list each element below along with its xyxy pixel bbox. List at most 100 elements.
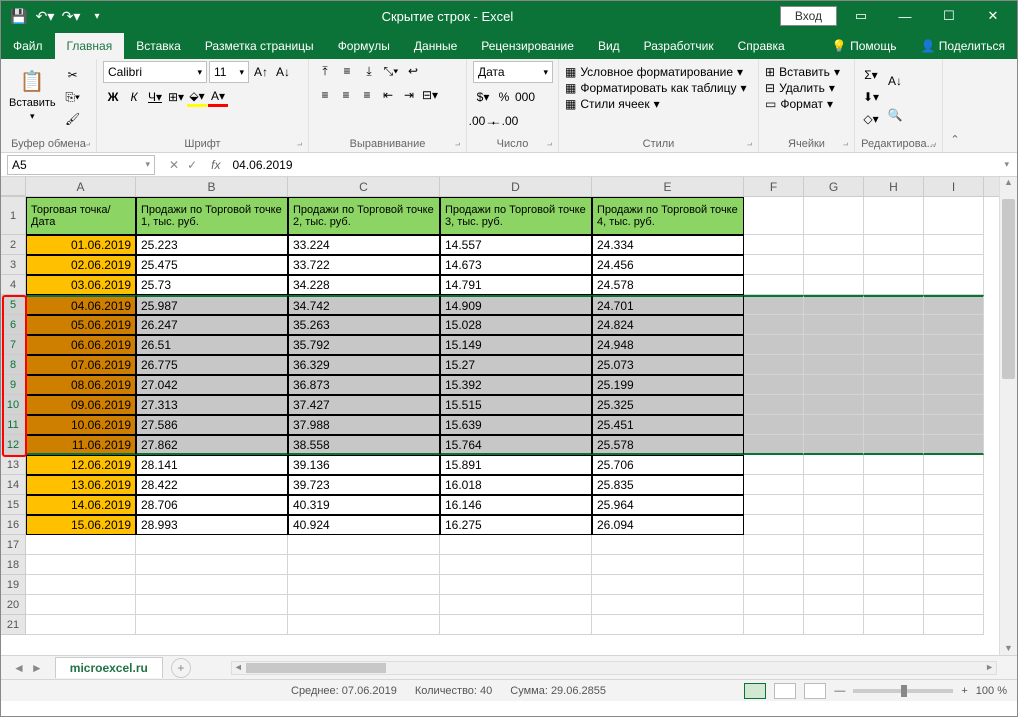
cell[interactable]: [864, 335, 924, 355]
cell[interactable]: 27.586: [136, 415, 288, 435]
formula-input[interactable]: 04.06.2019: [226, 158, 996, 172]
cell[interactable]: [924, 315, 984, 335]
cell[interactable]: 16.275: [440, 515, 592, 535]
align-left-icon[interactable]: ≡: [315, 85, 335, 105]
cell[interactable]: [864, 535, 924, 555]
cell[interactable]: 38.558: [288, 435, 440, 455]
vertical-scrollbar[interactable]: ▲ ▼: [999, 177, 1017, 655]
cell[interactable]: [136, 575, 288, 595]
row-header-3[interactable]: 3: [1, 255, 26, 275]
cell[interactable]: 24.456: [592, 255, 744, 275]
row-header-4[interactable]: 4: [1, 275, 26, 295]
cell[interactable]: 24.578: [592, 275, 744, 295]
cell[interactable]: 24.334: [592, 235, 744, 255]
align-right-icon[interactable]: ≡: [357, 85, 377, 105]
cell[interactable]: [864, 595, 924, 615]
cell[interactable]: [804, 197, 864, 235]
cell[interactable]: [804, 515, 864, 535]
cell[interactable]: 25.987: [136, 295, 288, 315]
row-header-20[interactable]: 20: [1, 595, 26, 615]
cell[interactable]: [864, 395, 924, 415]
row-header-12[interactable]: 12: [1, 435, 26, 455]
tab-Файл[interactable]: Файл: [1, 33, 55, 59]
cell[interactable]: 14.557: [440, 235, 592, 255]
cell[interactable]: [804, 355, 864, 375]
cell[interactable]: 25.199: [592, 375, 744, 395]
cell[interactable]: 25.073: [592, 355, 744, 375]
paste-button[interactable]: 📋 Вставить ▾: [7, 65, 58, 124]
cell[interactable]: [744, 375, 804, 395]
cell[interactable]: [804, 275, 864, 295]
cell[interactable]: 25.578: [592, 435, 744, 455]
cell[interactable]: [136, 615, 288, 635]
col-header-F[interactable]: F: [744, 177, 804, 196]
cell[interactable]: [924, 335, 984, 355]
col-header-D[interactable]: D: [440, 177, 592, 196]
cell[interactable]: 37.427: [288, 395, 440, 415]
page-break-view-icon[interactable]: [804, 683, 826, 699]
col-header-I[interactable]: I: [924, 177, 984, 196]
font-size-combo[interactable]: 11▾: [209, 61, 249, 83]
cell[interactable]: 34.742: [288, 295, 440, 315]
cell[interactable]: [924, 495, 984, 515]
cell[interactable]: 07.06.2019: [26, 355, 136, 375]
autosum-icon[interactable]: Σ▾: [861, 65, 881, 85]
row-header-13[interactable]: 13: [1, 455, 26, 475]
cell[interactable]: 15.639: [440, 415, 592, 435]
cell[interactable]: [804, 455, 864, 475]
zoom-out-icon[interactable]: —: [834, 685, 845, 697]
format-painter-icon[interactable]: 🖌: [62, 109, 84, 129]
cell[interactable]: [924, 575, 984, 595]
cell[interactable]: [744, 255, 804, 275]
cell[interactable]: [924, 295, 984, 315]
cell[interactable]: [864, 495, 924, 515]
align-bottom-icon[interactable]: ⤓: [359, 61, 379, 81]
merge-icon[interactable]: ⊟▾: [420, 85, 440, 105]
col-header-E[interactable]: E: [592, 177, 744, 196]
borders-icon[interactable]: ⊞▾: [166, 87, 186, 107]
cell[interactable]: [744, 535, 804, 555]
cell[interactable]: 14.673: [440, 255, 592, 275]
decrease-indent-icon[interactable]: ⇤: [378, 85, 398, 105]
cell[interactable]: [744, 595, 804, 615]
cell[interactable]: [744, 435, 804, 455]
find-icon[interactable]: 🔍: [885, 99, 905, 131]
cell-styles-button[interactable]: ▦Стили ячеек▾: [565, 97, 752, 111]
cell[interactable]: [804, 475, 864, 495]
cell[interactable]: 37.988: [288, 415, 440, 435]
cell[interactable]: [136, 535, 288, 555]
row-header-7[interactable]: 7: [1, 335, 26, 355]
redo-icon[interactable]: ↷▾: [59, 4, 83, 28]
conditional-format-button[interactable]: ▦Условное форматирование▾: [565, 65, 752, 79]
cell[interactable]: 01.06.2019: [26, 235, 136, 255]
cell[interactable]: [744, 575, 804, 595]
cell[interactable]: 26.247: [136, 315, 288, 335]
cell[interactable]: [864, 295, 924, 315]
increase-indent-icon[interactable]: ⇥: [399, 85, 419, 105]
format-cells-button[interactable]: ▭Формат▾: [765, 97, 848, 111]
sheet-nav-last-icon[interactable]: ►: [31, 661, 43, 675]
cell[interactable]: [804, 415, 864, 435]
cell[interactable]: [924, 255, 984, 275]
sheet-tab[interactable]: microexcel.ru: [55, 657, 163, 678]
cell[interactable]: 28.706: [136, 495, 288, 515]
italic-button[interactable]: К: [124, 87, 144, 107]
row-header-11[interactable]: 11: [1, 415, 26, 435]
cell[interactable]: [924, 595, 984, 615]
currency-icon[interactable]: $▾: [473, 87, 493, 107]
cell[interactable]: 25.223: [136, 235, 288, 255]
align-center-icon[interactable]: ≡: [336, 85, 356, 105]
cell[interactable]: [864, 435, 924, 455]
insert-cells-button[interactable]: ⊞Вставить▾: [765, 65, 848, 79]
cell[interactable]: [924, 355, 984, 375]
cell[interactable]: 11.06.2019: [26, 435, 136, 455]
cell[interactable]: 13.06.2019: [26, 475, 136, 495]
cell[interactable]: [804, 395, 864, 415]
copy-icon[interactable]: ⎘▾: [62, 87, 84, 107]
cell[interactable]: 15.764: [440, 435, 592, 455]
cell[interactable]: [864, 475, 924, 495]
cell[interactable]: [26, 595, 136, 615]
cell[interactable]: [744, 275, 804, 295]
align-top-icon[interactable]: ⤒: [315, 61, 335, 81]
cell[interactable]: 15.515: [440, 395, 592, 415]
